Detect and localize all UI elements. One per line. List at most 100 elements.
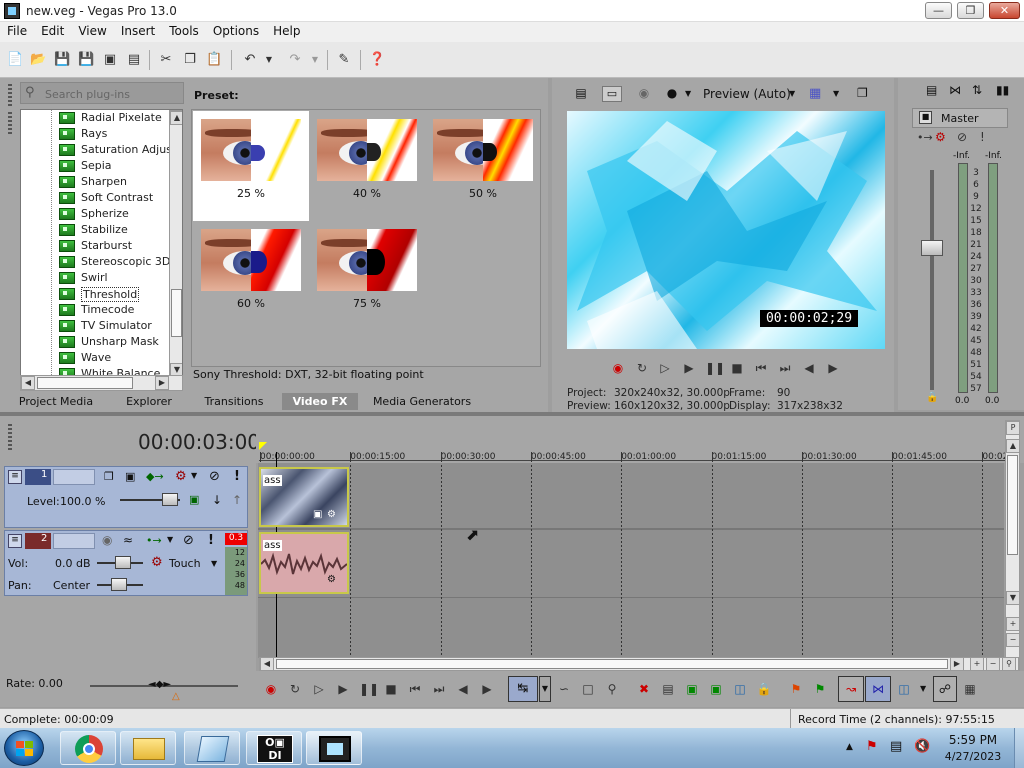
scroll-right-arrow-icon[interactable]: ▶ [950, 657, 964, 671]
zoom-tool-icon[interactable]: ⚲ [604, 681, 620, 697]
preset-60[interactable]: 60 % [193, 221, 309, 331]
mute-icon[interactable]: ⊘ [183, 533, 194, 548]
rate-slider-handle[interactable]: ◄◆► [148, 679, 171, 690]
marker-bar-icon[interactable]: P [1006, 421, 1020, 435]
preset-50[interactable]: 50 % [425, 111, 541, 221]
arm-record-icon[interactable]: ◉ [102, 533, 112, 547]
trim-icon[interactable]: ▤ [660, 681, 676, 697]
play-from-start-icon[interactable]: ▷ [311, 681, 327, 697]
lock-icon[interactable]: 🔒 [756, 681, 772, 697]
pan-slider-handle[interactable] [111, 578, 127, 591]
go-to-start-icon[interactable]: ⏮ [753, 360, 769, 376]
taskbar-explorer[interactable] [120, 731, 176, 765]
motion-icon[interactable]: ◆→ [146, 470, 164, 483]
panel-grip[interactable] [8, 424, 12, 450]
scroll-up-arrow-icon[interactable]: ▲ [170, 111, 182, 125]
solo-icon[interactable]: ! [234, 469, 240, 484]
show-desktop-button[interactable] [1014, 728, 1024, 768]
envelope-tool-icon[interactable]: ∽ [556, 681, 572, 697]
track-name-field[interactable] [53, 533, 95, 549]
selection-tool-icon[interactable]: □ [580, 681, 596, 697]
loop-playback-icon[interactable]: ↻ [634, 360, 650, 376]
event-pan-crop-icon[interactable]: ▣ [313, 509, 322, 520]
taskbar-notepad[interactable] [184, 731, 240, 765]
master-solo-icon[interactable]: ! [980, 130, 985, 144]
scroll-down-arrow-icon[interactable]: ▼ [1006, 591, 1020, 605]
zoom-out-icon[interactable]: − [986, 657, 1000, 671]
play-icon[interactable]: ▶ [681, 360, 697, 376]
event-fx-icon[interactable]: ⚙ [327, 509, 336, 520]
preview-mode-dropdown[interactable]: Preview (Auto) [703, 87, 791, 101]
pause-icon[interactable]: ❚❚ [359, 681, 379, 697]
master-fx-icon[interactable]: ⚙ [935, 130, 946, 144]
taskbar-vegas[interactable] [306, 731, 362, 765]
scroll-left-arrow-icon[interactable]: ◀ [21, 376, 35, 390]
taskbar-obs[interactable]: O▣ DI [246, 731, 302, 765]
preset-40[interactable]: 40 % [309, 111, 425, 221]
chevron-down-icon[interactable]: ▼ [167, 535, 173, 544]
master-fader-track[interactable] [930, 170, 934, 390]
undo-icon[interactable]: ↶ [241, 51, 259, 69]
solo-icon[interactable]: ! [208, 533, 214, 548]
external-monitor-icon[interactable]: ▭ [602, 86, 622, 102]
master-fader-handle[interactable] [921, 240, 943, 256]
audio-event-clip[interactable]: ass ⚙ [259, 532, 349, 594]
panel-grip[interactable] [8, 112, 12, 134]
master-insert-fx-icon[interactable]: •→ [917, 131, 933, 144]
invert-phase-icon[interactable]: ≈ [123, 533, 133, 547]
previous-frame-icon[interactable]: ◀ [455, 681, 471, 697]
save-as-icon[interactable]: 💾 [77, 51, 95, 69]
paste-icon[interactable]: 📋 [205, 51, 223, 69]
record-icon[interactable]: ◉ [610, 360, 626, 376]
insert-marker-icon[interactable]: ⚑ [788, 681, 804, 697]
tree-scroll-thumb[interactable] [171, 289, 182, 337]
brush-icon[interactable]: ✎ [335, 51, 353, 69]
pan-crop-icon[interactable]: ▣ [189, 493, 199, 506]
show-hidden-icons-icon[interactable]: ▲ [846, 742, 853, 752]
timeline-horizontal-scrollbar[interactable]: ◀ ▶ + − ⚲ [259, 657, 1019, 671]
save-icon[interactable]: 💾 [53, 51, 71, 69]
chevron-down-icon[interactable]: ▼ [789, 89, 795, 98]
stop-icon[interactable]: ■ [729, 360, 745, 376]
plugin-search-box[interactable]: ⚲ Search plug-ins [20, 82, 184, 104]
chevron-down-icon[interactable]: ▼ [685, 89, 691, 98]
split-icon[interactable]: ◫ [732, 681, 748, 697]
go-to-end-icon[interactable]: ⏭ [777, 360, 793, 376]
track-up-icon[interactable]: ↑ [232, 493, 242, 507]
preset-25[interactable]: 25 % [193, 111, 309, 221]
audio-fx-insert-icon[interactable]: •→ [146, 534, 162, 547]
mixer-downmix-icon[interactable]: ⇅ [972, 83, 982, 97]
tab-media-generators[interactable]: Media Generators [366, 393, 478, 410]
preview-quality-icon[interactable]: ● [664, 86, 680, 102]
clock-time[interactable]: 5:59 PM [936, 733, 1010, 747]
compositing-parent-icon[interactable]: ▣ [125, 470, 135, 483]
mixer-split-icon[interactable]: ⋈ [949, 83, 961, 97]
snapping-icon[interactable]: ↝ [838, 676, 864, 702]
auto-crossfade-icon[interactable]: ⋈ [865, 676, 891, 702]
start-button[interactable] [4, 730, 44, 766]
next-frame-icon[interactable]: ▶ [825, 360, 841, 376]
track-fx-icon[interactable]: ⚙ [175, 469, 187, 484]
timeline-timecode[interactable]: 00:00:03:00 [138, 430, 260, 454]
mixer-properties-icon[interactable]: ▤ [926, 83, 937, 97]
zoom-in-icon[interactable]: + [970, 657, 984, 671]
scroll-right-arrow-icon[interactable]: ▶ [155, 376, 169, 390]
properties-icon[interactable]: ▤ [125, 51, 143, 69]
vegas-app-icon[interactable] [4, 3, 20, 19]
insert-region-icon[interactable]: ⚑ [812, 681, 828, 697]
ignore-grouping-icon[interactable]: ▦ [962, 681, 978, 697]
next-frame-icon[interactable]: ▶ [479, 681, 495, 697]
tab-transitions[interactable]: Transitions [196, 393, 272, 410]
timeline-hscroll-thumb[interactable] [276, 659, 948, 669]
render-icon[interactable]: ▣ [101, 51, 119, 69]
record-icon[interactable]: ◉ [263, 681, 279, 697]
new-file-icon[interactable]: 📄 [6, 51, 24, 69]
delete-icon[interactable]: ✖ [636, 681, 652, 697]
fader-lock-icon[interactable]: 🔒 [926, 392, 938, 403]
minimize-button[interactable]: — [925, 2, 952, 19]
close-button[interactable]: ✕ [989, 2, 1020, 19]
preset-75[interactable]: 75 % [309, 221, 425, 331]
chevron-down-icon[interactable]: ▼ [191, 471, 197, 480]
chevron-down-icon[interactable]: ▼ [920, 684, 926, 693]
play-from-start-icon[interactable]: ▷ [657, 360, 673, 376]
